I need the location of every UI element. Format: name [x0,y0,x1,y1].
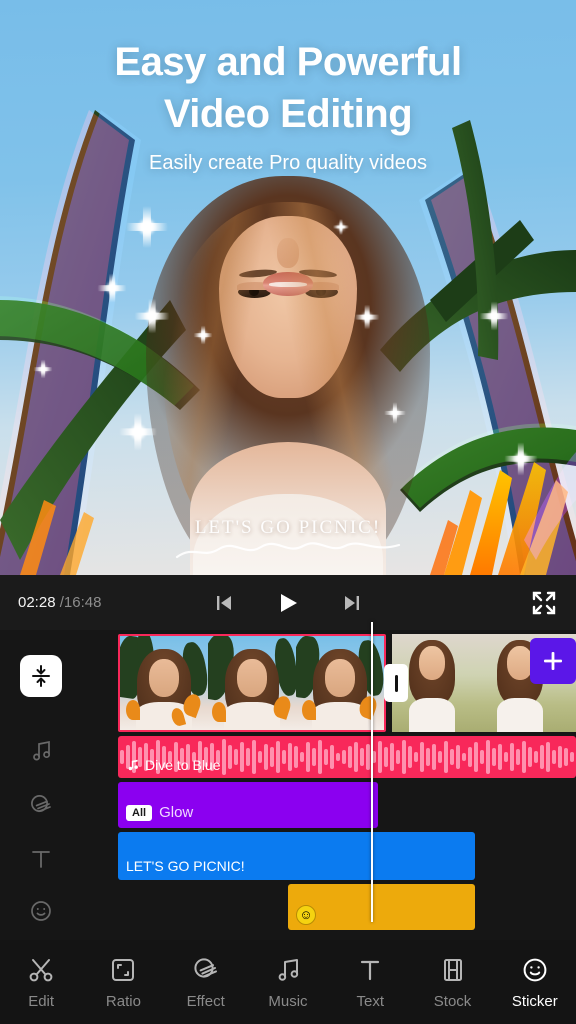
effect-clip-label: Glow [159,804,194,821]
caption-squiggle-icon [175,542,401,559]
playhead[interactable] [371,622,373,922]
music-note-icon [128,759,138,771]
headline-subtitle: Easily create Pro quality videos [149,152,427,174]
nav-label-music: Music [268,992,308,1010]
video-preview[interactable]: Easy and Powerful Video Editing Easily c… [0,0,576,575]
music-note-icon[interactable] [28,738,54,764]
preview-subject [123,142,453,575]
scissors-icon [26,955,56,985]
video-clip-1[interactable] [118,634,386,732]
transition-icon[interactable] [384,664,408,702]
nav-item-text[interactable]: Text [329,955,411,1010]
video-editor-app: Easy and Powerful Video Editing Easily c… [0,0,576,1024]
player-controls-bar: 02:28 /16:48 [0,575,576,630]
sticker-clip[interactable]: ☺ [288,884,475,930]
nav-item-ratio[interactable]: Ratio [82,955,164,1010]
effect-icon[interactable] [28,792,54,818]
transport-controls [209,588,367,618]
nav-label-effect: Effect [186,992,225,1010]
nav-item-stock[interactable]: Stock [411,955,493,1010]
timeline-tracks[interactable]: Dive to Blue All Glow LET'S GO PICNIC! ☺ [82,622,576,940]
bottom-toolbar: Edit Ratio Effect Music Text Stock Stick… [0,940,576,1024]
nav-label-ratio: Ratio [105,992,141,1010]
nav-label-text: Text [356,992,385,1010]
effect-clip[interactable]: All Glow [118,782,378,828]
headline-line-2: Video Editing [163,92,413,136]
play-icon[interactable] [273,588,303,618]
video-track[interactable] [118,634,576,732]
text-clip-label: LET'S GO PICNIC! [126,858,245,874]
playback-timecode: 02:28 /16:48 [18,594,101,611]
timeline-track-rail [0,630,82,940]
smiley-icon[interactable] [28,898,54,924]
timeline-panel[interactable]: Dive to Blue All Glow LET'S GO PICNIC! ☺ [0,622,576,940]
sticker-thumbnail-icon: ☺ [296,905,316,925]
film-strip-icon [438,955,468,985]
nav-label-sticker: Sticker [511,992,558,1010]
effect-scope-badge: All [126,804,153,821]
add-clip-button[interactable] [530,638,576,684]
audio-clip[interactable]: Dive to Blue [118,736,576,778]
skip-previous-icon[interactable] [209,588,239,618]
nav-item-effect[interactable]: Effect [165,955,247,1010]
text-clip[interactable]: LET'S GO PICNIC! [118,832,475,880]
effect-icon [191,955,221,985]
ratio-icon [108,955,138,985]
audio-clip-label: Dive to Blue [126,757,220,773]
nav-item-edit[interactable]: Edit [0,955,82,1010]
preview-caption-overlay: LET'S GO PICNIC! [0,517,576,563]
video-thumbnail [208,636,296,730]
total-time: /16:48 [59,594,102,611]
text-icon [355,955,385,985]
nav-item-sticker[interactable]: Sticker [494,955,576,1010]
skip-next-icon[interactable] [337,588,367,618]
nav-label-edit: Edit [28,992,55,1010]
fullscreen-icon[interactable] [530,589,558,617]
promo-headline: Easy and Powerful Video Editing Easily c… [0,36,576,176]
headline-line-1: Easy and Powerful [114,40,462,84]
video-thumbnail [120,636,208,730]
text-icon[interactable] [28,846,54,872]
nav-item-music[interactable]: Music [247,955,329,1010]
nav-label-stock: Stock [433,992,472,1010]
preview-caption-text: LET'S GO PICNIC! [194,517,382,538]
plus-icon [544,652,562,670]
collapse-tracks-icon[interactable] [20,655,62,697]
current-time: 02:28 [18,594,56,611]
audio-track-title: Dive to Blue [145,757,221,773]
smiley-icon [520,955,550,985]
music-note-icon [273,955,303,985]
